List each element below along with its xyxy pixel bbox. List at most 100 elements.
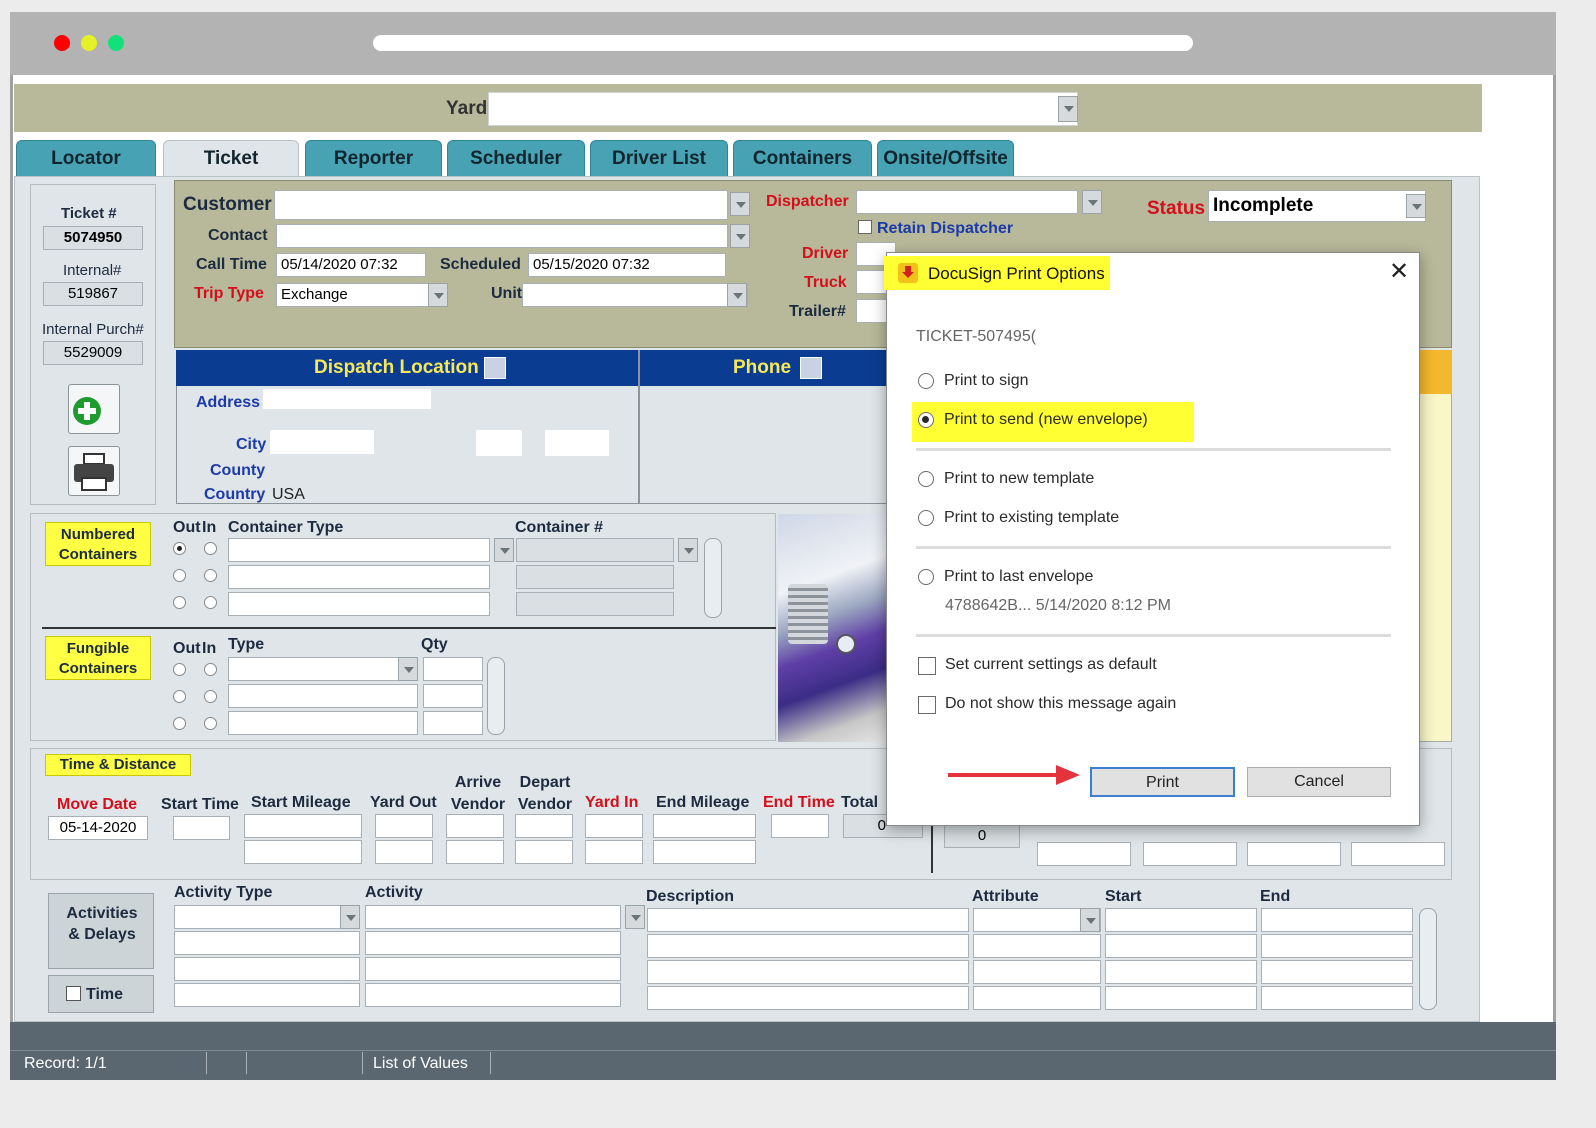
fungible-type-field-3[interactable] [228,711,418,735]
fungible-qty-field-2[interactable] [423,684,483,708]
numbered-out-radio-3[interactable] [173,596,186,609]
unit-dropdown-icon[interactable] [727,283,747,307]
tab-containers[interactable]: Containers [733,140,872,176]
attribute-field-2[interactable] [973,934,1101,958]
extra-field-2[interactable] [1143,842,1237,866]
end-field-4[interactable] [1261,986,1413,1010]
activity-type-field-3[interactable] [174,957,360,981]
contact-field[interactable] [276,224,728,248]
print-to-sign-radio[interactable] [918,373,934,389]
extra-field-3[interactable] [1247,842,1341,866]
print-to-send-radio[interactable] [918,412,934,428]
attribute-dropdown-icon[interactable] [1080,908,1100,932]
container-type-field-1[interactable] [228,538,490,562]
container-number-field-1[interactable] [516,538,674,562]
fungible-in-radio-3[interactable] [204,717,217,730]
depart-vendor-field-1[interactable] [515,814,573,838]
attribute-field-4[interactable] [973,986,1101,1010]
container-type-field-3[interactable] [228,592,490,616]
description-field-4[interactable] [647,986,969,1010]
yard-select[interactable] [488,92,1078,126]
activity-field-1[interactable] [365,905,621,929]
activity-field-2[interactable] [365,931,621,955]
phone-chevron-icon[interactable] [800,357,822,379]
depart-vendor-field-2[interactable] [515,840,573,864]
tab-onsite-offsite[interactable]: Onsite/Offsite [877,140,1014,176]
print-to-sign-label[interactable]: Print to sign [944,372,1028,390]
status-field[interactable]: Incomplete [1208,190,1426,222]
status-dropdown-icon[interactable] [1406,194,1426,218]
minimize-window-dot[interactable] [81,35,97,51]
end-time-field[interactable] [771,814,829,838]
activity-type-dropdown-icon[interactable] [340,905,360,929]
fungible-qty-field-3[interactable] [423,711,483,735]
fungible-out-radio-3[interactable] [173,717,186,730]
address-field[interactable] [263,389,431,409]
unit-select[interactable] [522,283,748,307]
fungible-in-radio-1[interactable] [204,663,217,676]
end-field-1[interactable] [1261,908,1413,932]
activity-field-3[interactable] [365,957,621,981]
yard-out-field-1[interactable] [375,814,433,838]
cancel-button[interactable]: Cancel [1247,767,1391,797]
dialog-close-icon[interactable]: ✕ [1386,260,1412,286]
call-time-field[interactable]: 05/14/2020 07:32 [276,253,426,277]
print-to-last-envelope-label[interactable]: Print to last envelope [944,568,1093,586]
activities-scrollbar[interactable] [1419,908,1437,1010]
print-to-new-template-radio[interactable] [918,471,934,487]
print-to-send-label[interactable]: Print to send (new envelope) [944,411,1148,429]
print-to-new-template-label[interactable]: Print to new template [944,470,1094,488]
start-mileage-field-1[interactable] [244,814,362,838]
yard-dropdown-icon[interactable] [1058,96,1078,122]
set-default-label[interactable]: Set current settings as default [945,656,1157,674]
print-button[interactable]: Print [1090,767,1235,797]
customer-dropdown-icon[interactable] [730,192,750,216]
trip-type-select[interactable]: Exchange [276,283,448,307]
container-number-dropdown-icon[interactable] [678,538,698,562]
print-to-existing-template-label[interactable]: Print to existing template [944,509,1119,527]
yard-in-field-2[interactable] [585,840,643,864]
activity-dropdown-icon[interactable] [625,905,645,929]
container-type-dropdown-icon[interactable] [494,538,514,562]
tab-scheduler[interactable]: Scheduler [447,140,585,176]
new-document-icon[interactable] [68,384,120,434]
container-type-field-2[interactable] [228,565,490,589]
activity-type-field-1[interactable] [174,905,360,929]
fungible-type-field-2[interactable] [228,684,418,708]
start-field-1[interactable] [1105,908,1257,932]
start-field-3[interactable] [1105,960,1257,984]
fungible-out-radio-1[interactable] [173,663,186,676]
container-number-field-2[interactable] [516,565,674,589]
description-field-3[interactable] [647,960,969,984]
numbered-in-radio-3[interactable] [204,596,217,609]
activity-field-4[interactable] [365,983,621,1007]
close-window-dot[interactable] [54,35,70,51]
fungible-type-field-1[interactable] [228,657,418,681]
print-icon[interactable] [68,446,120,496]
yard-in-field-1[interactable] [585,814,643,838]
trip-type-dropdown-icon[interactable] [428,283,448,307]
start-field-2[interactable] [1105,934,1257,958]
description-field-1[interactable] [647,908,969,932]
numbered-out-radio-2[interactable] [173,569,186,582]
fungible-qty-field-1[interactable] [423,657,483,681]
print-to-last-envelope-radio[interactable] [918,569,934,585]
activities-time-checkbox[interactable] [66,986,81,1001]
set-default-checkbox[interactable] [918,657,936,675]
city-field[interactable] [270,430,374,454]
attribute-field-3[interactable] [973,960,1101,984]
extra-field-4[interactable] [1351,842,1445,866]
scheduled-field[interactable]: 05/15/2020 07:32 [528,253,726,277]
start-mileage-field-2[interactable] [244,840,362,864]
numbered-scrollbar[interactable] [704,538,722,618]
fungible-out-radio-2[interactable] [173,690,186,703]
end-mileage-field-1[interactable] [653,814,756,838]
address-bar[interactable] [373,35,1193,51]
end-mileage-field-2[interactable] [653,840,756,864]
container-number-field-3[interactable] [516,592,674,616]
tab-ticket[interactable]: Ticket [163,140,299,176]
yard-out-field-2[interactable] [375,840,433,864]
move-date-field[interactable]: 05-14-2020 [48,816,148,840]
numbered-in-radio-1[interactable] [204,542,217,555]
description-field-2[interactable] [647,934,969,958]
